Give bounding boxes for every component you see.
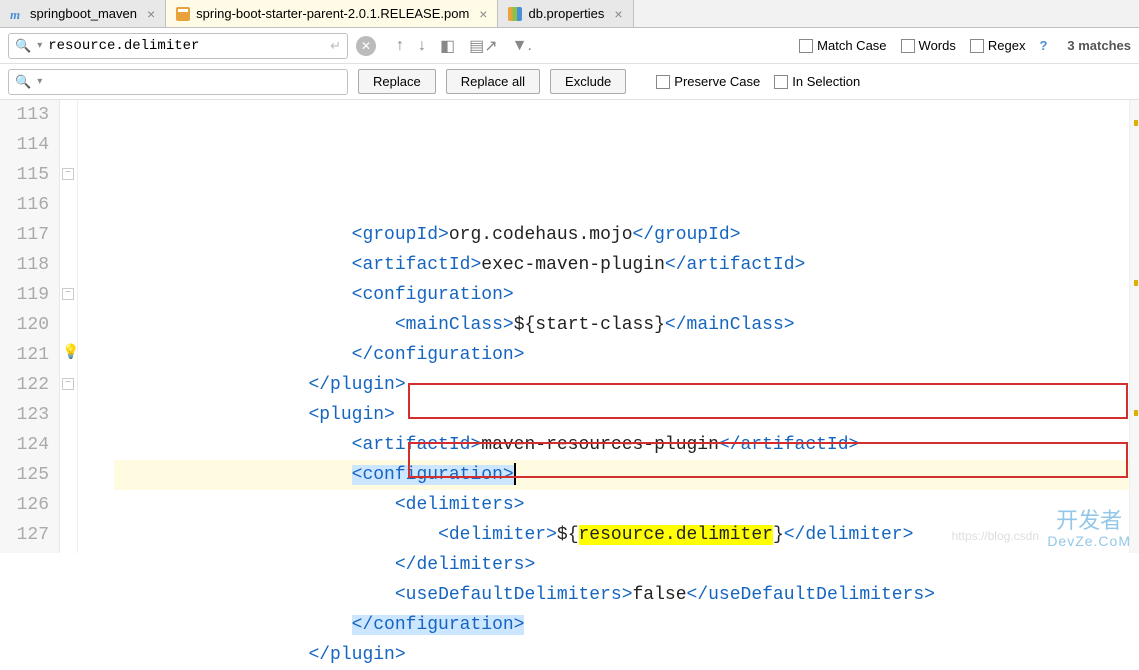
tab-pom[interactable]: spring-boot-starter-parent-2.0.1.RELEASE… xyxy=(166,0,498,27)
replace-options: Preserve Case In Selection xyxy=(656,74,860,89)
replace-all-button[interactable]: Replace all xyxy=(446,69,540,94)
replace-button[interactable]: Replace xyxy=(358,69,436,94)
tab-label: spring-boot-starter-parent-2.0.1.RELEASE… xyxy=(196,6,469,21)
dropdown-icon[interactable]: ▾ xyxy=(37,76,42,87)
next-match-icon[interactable]: ↓ xyxy=(418,37,426,55)
fold-handle-icon[interactable]: − xyxy=(62,168,74,180)
fold-handle-icon[interactable]: − xyxy=(62,378,74,390)
line-number: 125 xyxy=(0,460,49,490)
line-number: 118 xyxy=(0,250,49,280)
replace-toolbar: 🔍 ▾ Replace Replace all Exclude Preserve… xyxy=(0,64,1139,100)
search-match-marker[interactable] xyxy=(1134,280,1138,286)
help-icon[interactable]: ? xyxy=(1039,38,1047,53)
code-line[interactable]: <artifactId>maven-resources-plugin</arti… xyxy=(114,430,1129,460)
dropdown-icon[interactable]: ▾ xyxy=(37,40,42,51)
code-line[interactable]: </plugin> xyxy=(114,370,1129,400)
clear-search-button[interactable]: ✕ xyxy=(356,36,376,56)
editor-tabs: m springboot_maven × spring-boot-starter… xyxy=(0,0,1139,28)
code-line[interactable]: </configuration> xyxy=(114,340,1129,370)
code-line[interactable]: <mainClass>${start-class}</mainClass> xyxy=(114,310,1129,340)
stop-icon[interactable]: ◧ xyxy=(440,36,455,56)
code-area[interactable]: <groupId>org.codehaus.mojo</groupId> <ar… xyxy=(114,100,1129,553)
search-input[interactable] xyxy=(48,38,324,54)
line-number: 122 xyxy=(0,370,49,400)
replace-field-wrapper: 🔍 ▾ xyxy=(8,69,348,95)
search-match-marker[interactable] xyxy=(1134,120,1138,126)
search-icon[interactable]: 🔍 xyxy=(15,38,31,54)
code-line[interactable]: <configuration> xyxy=(114,460,1129,490)
marker-bar xyxy=(1129,100,1139,553)
line-number: 116 xyxy=(0,190,49,220)
prev-match-icon[interactable]: ↑ xyxy=(396,37,404,55)
maven-icon: m xyxy=(10,7,24,21)
line-number: 123 xyxy=(0,400,49,430)
code-line[interactable]: <plugin> xyxy=(114,400,1129,430)
xml-file-icon xyxy=(176,7,190,21)
close-icon[interactable]: × xyxy=(614,6,622,22)
tab-label: springboot_maven xyxy=(30,6,137,21)
search-field-wrapper: 🔍 ▾ ↵ xyxy=(8,33,348,59)
line-number-gutter: 1131141151161171181191201211221231241251… xyxy=(0,100,60,553)
line-number: 127 xyxy=(0,520,49,550)
line-number: 114 xyxy=(0,130,49,160)
close-icon[interactable]: × xyxy=(147,6,155,22)
code-line[interactable]: </plugin> xyxy=(114,640,1129,670)
line-number: 119 xyxy=(0,280,49,310)
newline-icon[interactable]: ↵ xyxy=(330,38,341,54)
code-line[interactable]: <groupId>org.codehaus.mojo</groupId> xyxy=(114,220,1129,250)
line-number: 120 xyxy=(0,310,49,340)
line-number: 124 xyxy=(0,430,49,460)
code-line[interactable]: <artifactId>exec-maven-plugin</artifactI… xyxy=(114,250,1129,280)
code-line[interactable]: </configuration> xyxy=(114,610,1129,640)
code-line[interactable]: <useDefaultDelimiters>false</useDefaultD… xyxy=(114,580,1129,610)
line-number: 113 xyxy=(0,100,49,130)
tab-springboot-maven[interactable]: m springboot_maven × xyxy=(0,0,166,27)
words-checkbox[interactable]: Words xyxy=(901,38,956,53)
line-number: 121 xyxy=(0,340,49,370)
code-line[interactable]: </delimiters> xyxy=(114,550,1129,580)
regex-checkbox[interactable]: Regex xyxy=(970,38,1026,53)
match-case-checkbox[interactable]: Match Case xyxy=(799,38,886,53)
tab-db-properties[interactable]: db.properties × xyxy=(498,0,633,27)
replace-input[interactable] xyxy=(48,74,341,90)
watermark-url: https://blog.csdn xyxy=(952,529,1039,543)
filter-icon[interactable]: ▼. xyxy=(512,37,532,55)
select-all-icon[interactable]: ▤↗ xyxy=(469,36,498,56)
in-selection-checkbox[interactable]: In Selection xyxy=(774,74,860,89)
properties-file-icon xyxy=(508,7,522,21)
code-line[interactable]: <configuration> xyxy=(114,280,1129,310)
exclude-button[interactable]: Exclude xyxy=(550,69,626,94)
line-number: 126 xyxy=(0,490,49,520)
match-count: 3 matches xyxy=(1067,38,1131,53)
indent-margin xyxy=(78,100,114,553)
search-nav-icons: ↑ ↓ ◧ ▤↗ ▼. xyxy=(396,36,532,56)
close-icon[interactable]: × xyxy=(479,6,487,22)
line-number: 117 xyxy=(0,220,49,250)
search-match-marker[interactable] xyxy=(1134,410,1138,416)
fold-handle-icon[interactable]: − xyxy=(62,288,74,300)
intention-bulb-icon[interactable]: 💡 xyxy=(62,344,79,361)
code-line[interactable]: <delimiters> xyxy=(114,490,1129,520)
line-number: 115 xyxy=(0,160,49,190)
search-options: Match Case Words Regex ? 3 matches xyxy=(799,38,1131,53)
search-icon[interactable]: 🔍 xyxy=(15,74,31,90)
fold-column: − − 💡 − xyxy=(60,100,78,553)
code-editor[interactable]: 1131141151161171181191201211221231241251… xyxy=(0,100,1139,553)
find-toolbar: 🔍 ▾ ↵ ✕ ↑ ↓ ◧ ▤↗ ▼. Match Case Words Reg… xyxy=(0,28,1139,64)
preserve-case-checkbox[interactable]: Preserve Case xyxy=(656,74,760,89)
tab-label: db.properties xyxy=(528,6,604,21)
